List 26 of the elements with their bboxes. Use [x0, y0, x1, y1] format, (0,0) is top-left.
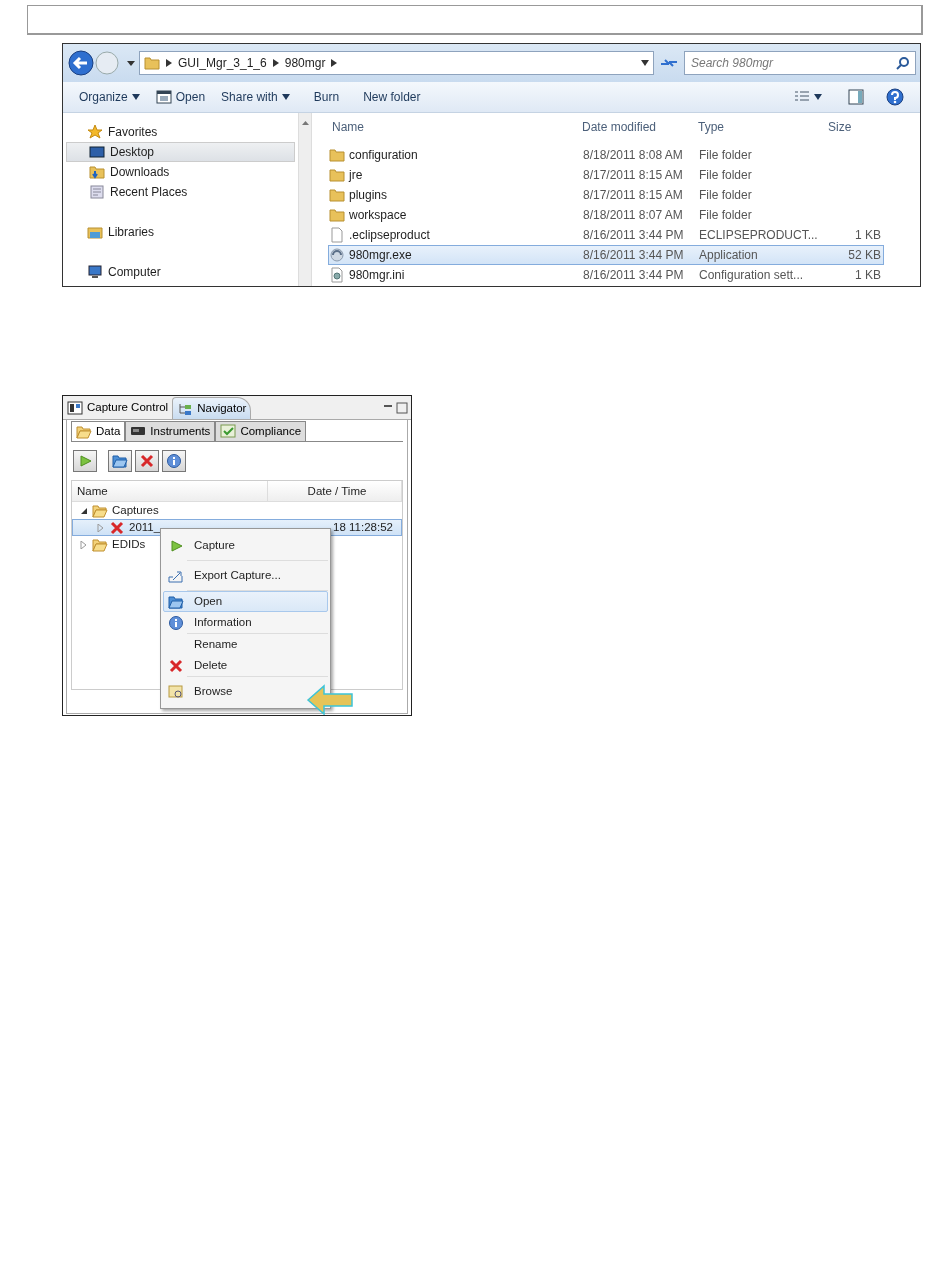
date-cell-text: 8/16/2011 3:44 PM: [582, 247, 685, 264]
date-cell-text: 8/16/2011 3:44 PM: [582, 227, 685, 244]
size-cell-text: 52 KB: [847, 247, 882, 264]
type-cell-text: Configuration sett...: [698, 267, 805, 284]
type-cell-text: File folder: [698, 147, 753, 164]
file-name: jre: [349, 167, 363, 184]
capture-name: 2011_: [129, 519, 161, 535]
type-cell-text: File folder: [698, 207, 753, 224]
file-name: workspace: [349, 207, 407, 224]
file-name: configuration: [349, 147, 418, 164]
size-cell-text: 1 KB: [854, 267, 882, 284]
capture-date: 18 11:28:52: [333, 519, 394, 535]
size-cell-text: 1 KB: [854, 227, 882, 244]
date-cell-text: 8/17/2011 8:15 AM: [582, 187, 684, 204]
date-cell-text: 8/18/2011 8:08 AM: [582, 147, 684, 164]
date-cell-text: 8/18/2011 8:07 AM: [582, 207, 684, 224]
date-cell-text: 8/16/2011 3:44 PM: [582, 267, 685, 284]
type-cell-text: ECLIPSEPRODUCT...: [698, 227, 819, 244]
type-cell-text: File folder: [698, 187, 753, 204]
file-name: .eclipseproduct: [349, 227, 430, 244]
type-cell-text: Application: [698, 247, 759, 264]
file-name: 980mgr.exe: [349, 247, 412, 264]
file-name: 980mgr.ini: [349, 267, 405, 284]
date-cell-text: 8/17/2011 8:15 AM: [582, 167, 684, 184]
type-cell-text: File folder: [698, 167, 753, 184]
file-name: plugins: [349, 187, 388, 204]
